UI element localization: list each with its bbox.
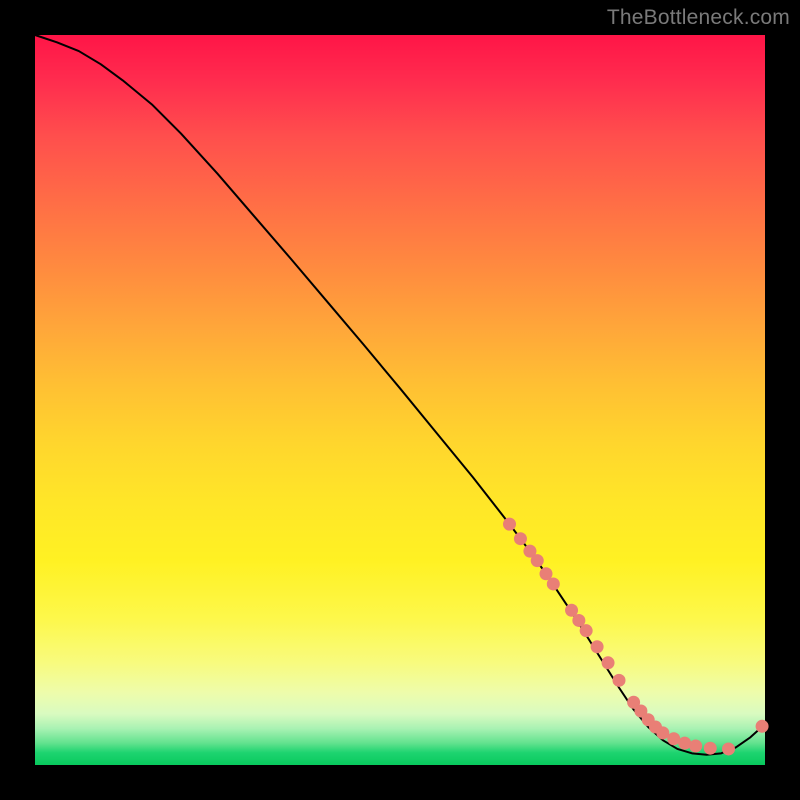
data-point-marker	[591, 640, 604, 653]
data-point-marker	[613, 674, 626, 687]
plot-area	[35, 35, 765, 765]
data-point-marker	[704, 742, 717, 755]
data-point-marker	[689, 740, 702, 753]
bottleneck-curve	[35, 35, 765, 755]
data-point-marker	[531, 554, 544, 567]
data-point-marker	[503, 518, 516, 531]
data-point-marker	[514, 532, 527, 545]
data-point-marker	[656, 726, 669, 739]
curve-layer	[35, 35, 765, 765]
data-point-marker	[602, 656, 615, 669]
data-point-marker	[678, 737, 691, 750]
data-point-marker	[547, 577, 560, 590]
data-point-marker	[722, 742, 735, 755]
data-point-marker	[756, 720, 769, 733]
watermark-text: TheBottleneck.com	[607, 6, 790, 30]
marker-group	[503, 518, 769, 756]
chart-stage: TheBottleneck.com	[0, 0, 800, 800]
data-point-marker	[580, 624, 593, 637]
